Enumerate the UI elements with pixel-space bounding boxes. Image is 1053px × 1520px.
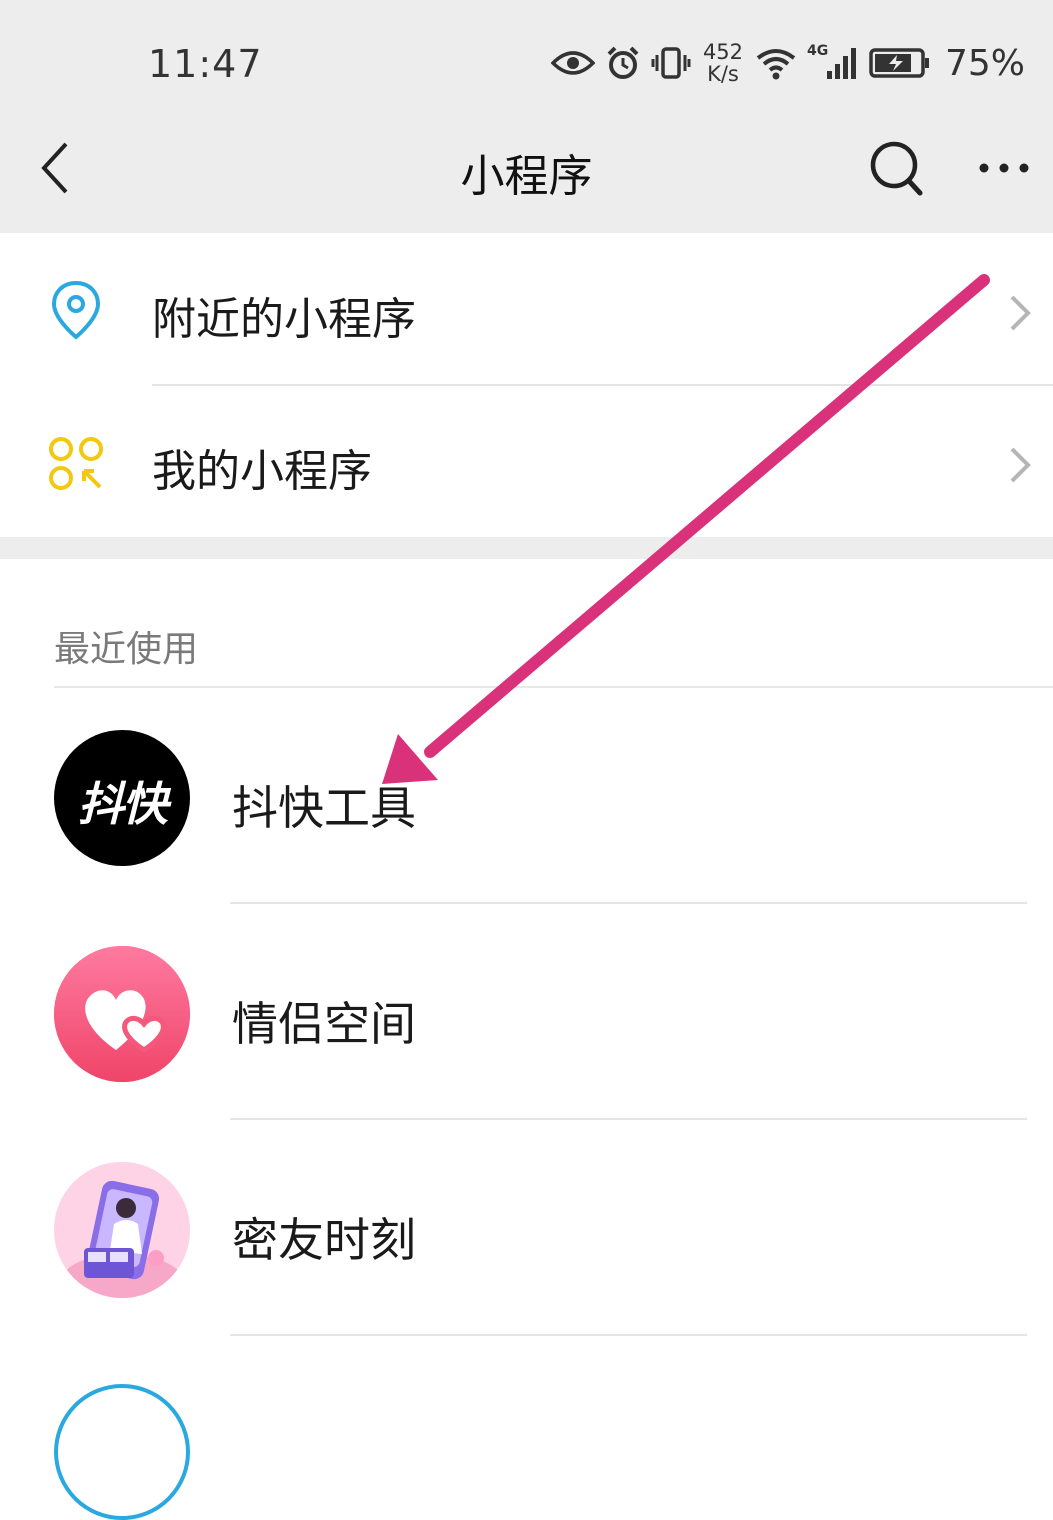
net-speed-unit: K/s: [707, 62, 739, 86]
recent-item-label: 情侣空间: [232, 997, 416, 1051]
vibrate-icon: [651, 46, 691, 80]
battery-icon: [869, 47, 931, 79]
mini-program-grid-icon: [46, 431, 106, 495]
eye-icon: [550, 48, 595, 78]
net-speed-value: 452: [702, 40, 744, 64]
recent-item-doukuai[interactable]: 抖快 抖快工具: [0, 688, 1053, 904]
doukuai-logo-icon: 抖快: [54, 730, 190, 866]
search-button[interactable]: [862, 135, 932, 205]
menu-item-nearby[interactable]: 附近的小程序: [0, 235, 1053, 385]
section-gap: [0, 537, 1053, 559]
alarm-icon: [605, 45, 641, 81]
divider: [230, 1334, 1027, 1336]
top-bar: 11:47 452 K/s 4G 75% 小程序: [0, 0, 1053, 233]
logo-text: 抖快: [78, 777, 168, 831]
chevron-right-icon: [1004, 443, 1034, 487]
cellular-signal-icon: 4G: [806, 43, 859, 81]
location-pin-icon: [46, 279, 106, 343]
recent-item-label: 密友时刻: [232, 1213, 416, 1267]
partial-app-icon: [54, 1384, 190, 1520]
status-time: 11:47: [148, 42, 263, 86]
menu-item-label: 附近的小程序: [152, 294, 416, 345]
network-type: 4G: [806, 43, 829, 59]
hearts-icon: [54, 946, 190, 1082]
divider: [152, 384, 1053, 386]
battery-percent: 75%: [944, 42, 1025, 84]
recent-item-label: 抖快工具: [232, 781, 416, 835]
menu-item-my-mini-programs[interactable]: 我的小程序: [0, 387, 1053, 537]
recent-item-close-friends[interactable]: 密友时刻: [0, 1120, 1053, 1336]
recent-item-couple-space[interactable]: 情侣空间: [0, 904, 1053, 1120]
illustration-avatar-icon: [54, 1162, 190, 1298]
menu-item-label: 我的小程序: [152, 446, 372, 497]
status-icons: 452 K/s 4G 75%: [550, 38, 1025, 88]
more-button[interactable]: [970, 140, 1034, 196]
more-horizontal-icon: [979, 163, 1029, 173]
chevron-right-icon: [1004, 291, 1034, 335]
section-title-recent: 最近使用: [54, 629, 199, 670]
wifi-icon: [755, 46, 797, 80]
search-icon: [870, 141, 923, 196]
network-speed: 452 K/s: [701, 41, 745, 85]
